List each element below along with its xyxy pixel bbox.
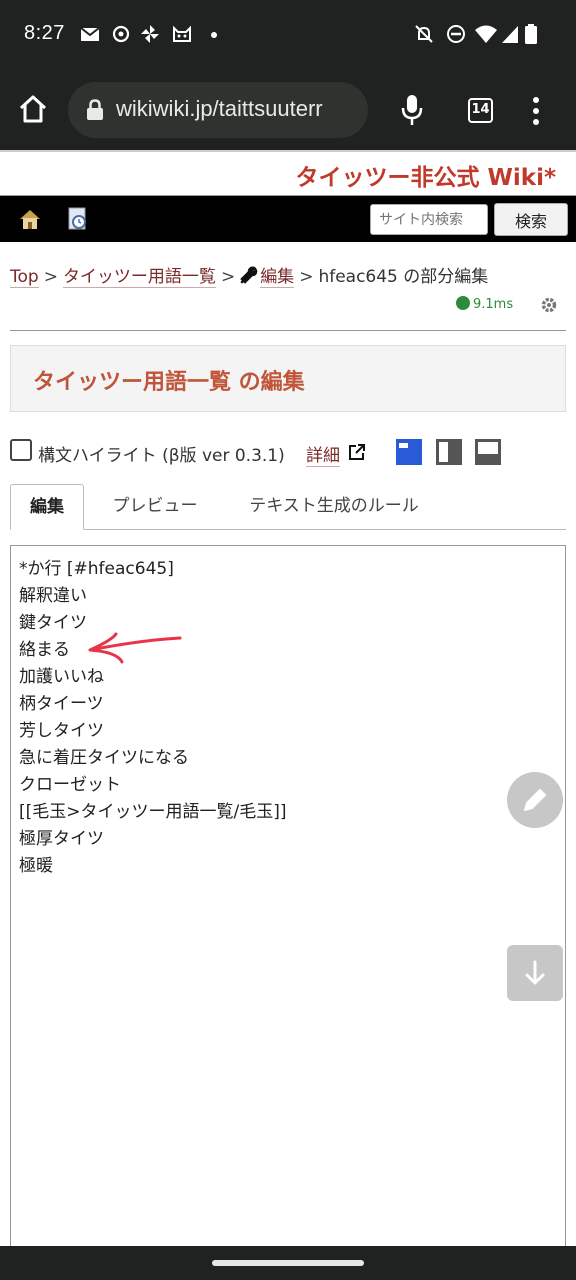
external-link-icon[interactable] bbox=[348, 443, 366, 461]
breadcrumb-top[interactable]: Top bbox=[10, 267, 39, 288]
url-text: wikiwiki.jp/taittsuuterr bbox=[116, 96, 323, 121]
editor-line: *か行 [#hfeac645] bbox=[19, 559, 174, 579]
layout-side-by-side-icon[interactable] bbox=[435, 438, 463, 466]
edit-fab-button[interactable] bbox=[507, 772, 563, 828]
divider bbox=[10, 330, 566, 331]
layout-stacked-icon[interactable] bbox=[474, 438, 502, 466]
page-title: タイッツー用語一覧 の編集 bbox=[33, 370, 305, 395]
editor-line: [[毛玉>タイッツー用語一覧/毛玉]] bbox=[19, 802, 287, 822]
gesture-bar bbox=[0, 1246, 576, 1280]
battery-icon bbox=[525, 24, 537, 44]
annotation-arrow bbox=[88, 632, 182, 664]
editor-tabs: 編集 プレビュー テキスト生成のルール bbox=[10, 484, 566, 530]
microphone-icon[interactable] bbox=[400, 94, 424, 126]
mail-icon bbox=[80, 27, 100, 41]
site-home-icon[interactable] bbox=[18, 207, 42, 231]
site-search-button[interactable]: 検索 bbox=[494, 203, 568, 236]
pinwheel-icon bbox=[141, 25, 159, 43]
breadcrumb-glossary[interactable]: タイッツー用語一覧 bbox=[62, 267, 216, 288]
editor-line: 極暖 bbox=[19, 856, 53, 876]
home-icon[interactable] bbox=[18, 94, 48, 124]
page-heading-box: タイッツー用語一覧 の編集 bbox=[10, 345, 566, 412]
editor-line: 解釈違い bbox=[19, 586, 87, 606]
editor-line: クローゼット bbox=[19, 775, 121, 795]
site-nav: 検索 bbox=[0, 196, 576, 242]
site-search-input[interactable] bbox=[370, 204, 488, 235]
wifi-icon bbox=[475, 25, 497, 43]
cat-icon bbox=[173, 25, 191, 42]
breadcrumb-edit[interactable]: 編集 bbox=[260, 267, 295, 288]
browser-toolbar: wikiwiki.jp/taittsuuterr 14 bbox=[0, 70, 576, 150]
speedometer-icon bbox=[456, 296, 470, 310]
syntax-highlight-row: 構文ハイライト (β版 ver 0.3.1) 詳細 bbox=[10, 437, 566, 467]
home-indicator[interactable] bbox=[212, 1260, 364, 1266]
editor-line: 芳しタイツ bbox=[19, 721, 104, 741]
arrow-down-icon bbox=[525, 960, 545, 985]
layout-single-icon[interactable] bbox=[395, 438, 423, 466]
editor-line: 柄タイーツ bbox=[19, 694, 104, 714]
editor-line: 急に着圧タイツになる bbox=[19, 748, 189, 768]
dnd-icon bbox=[447, 25, 465, 43]
signal-icon bbox=[502, 26, 518, 43]
breadcrumb-current: hfeac645 の部分編集 bbox=[318, 267, 489, 287]
wrench-icon bbox=[240, 266, 258, 284]
site-header: タイッツー非公式 Wiki* bbox=[0, 150, 576, 196]
syntax-highlight-label: 構文ハイライト (β版 ver 0.3.1) bbox=[38, 446, 285, 466]
tab-switcher-button[interactable]: 14 bbox=[468, 98, 493, 123]
gear-icon[interactable] bbox=[540, 296, 558, 314]
tab-edit[interactable]: 編集 bbox=[10, 484, 84, 530]
editor-line: 鍵タイツ bbox=[19, 613, 87, 633]
dot-icon bbox=[211, 32, 217, 38]
syntax-highlight-checkbox[interactable] bbox=[10, 439, 32, 461]
editor-line: 絡まる bbox=[19, 640, 70, 660]
recent-changes-icon[interactable] bbox=[68, 207, 88, 231]
status-time: 8:27 bbox=[24, 22, 65, 44]
notifications-off-icon bbox=[415, 25, 433, 43]
address-bar[interactable]: wikiwiki.jp/taittsuuterr bbox=[68, 82, 368, 138]
site-title[interactable]: タイッツー非公式 Wiki* bbox=[296, 158, 556, 192]
breadcrumb: Top > タイッツー用語一覧 > 編集 > hfeac645 の部分編集 bbox=[10, 266, 489, 288]
tab-text-rules[interactable]: テキスト生成のルール bbox=[224, 484, 444, 530]
lock-icon bbox=[87, 99, 103, 120]
scroll-down-button[interactable] bbox=[507, 945, 563, 1001]
pencil-icon bbox=[524, 789, 546, 811]
status-bar: 8:27 bbox=[0, 0, 576, 70]
editor-line: 極厚タイツ bbox=[19, 829, 104, 849]
render-timing: 9.1ms bbox=[456, 296, 513, 312]
tab-preview[interactable]: プレビュー bbox=[92, 484, 218, 530]
detail-link[interactable]: 詳細 bbox=[306, 441, 340, 467]
more-menu-icon[interactable] bbox=[528, 96, 544, 126]
threads-icon bbox=[112, 25, 130, 43]
